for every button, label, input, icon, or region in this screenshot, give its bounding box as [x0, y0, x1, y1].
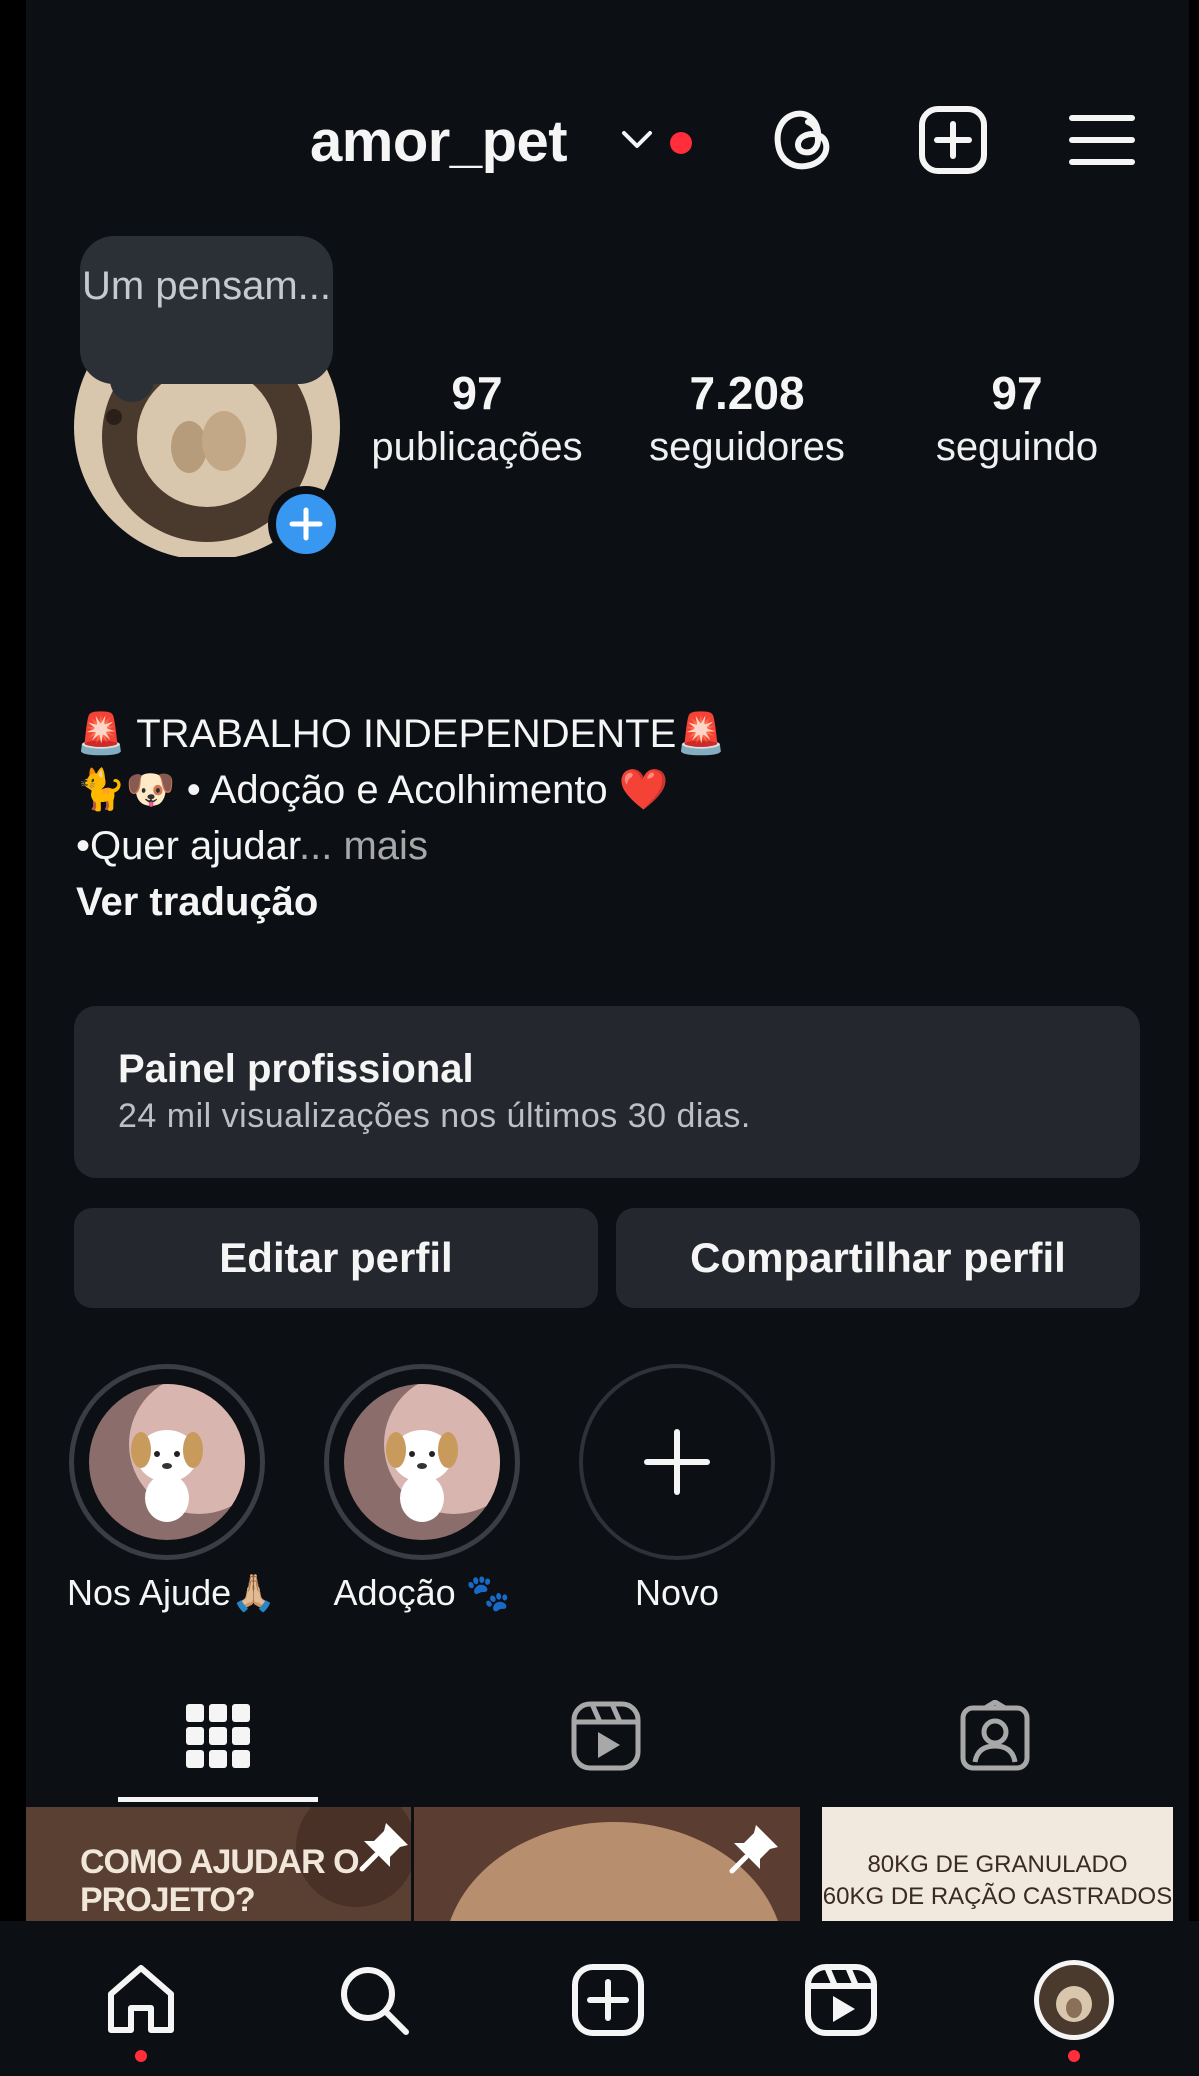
plus-icon: [289, 507, 323, 541]
stat-followers-label: seguidores: [649, 425, 845, 469]
profile-notification-dot: [1068, 2050, 1080, 2062]
plus-icon: [644, 1429, 710, 1495]
stat-following-value: 97: [991, 367, 1043, 419]
stat-following[interactable]: 97 seguindo: [892, 366, 1142, 474]
stat-posts-value: 97: [451, 367, 503, 419]
bio-line-2: 🐈🐶 • Adoção e Acolhimento ❤️: [76, 768, 669, 812]
chevron-down-icon[interactable]: [620, 128, 654, 152]
stat-followers-value: 7.208: [689, 367, 805, 419]
plus-square-icon[interactable]: [917, 104, 989, 176]
notification-dot: [670, 132, 692, 154]
threads-icon[interactable]: [768, 104, 840, 176]
search-icon[interactable]: [336, 1962, 412, 2038]
highlight-label: Novo: [634, 1572, 720, 1613]
stat-following-label: seguindo: [935, 425, 1099, 469]
bio: 🚨 TRABALHO INDEPENDENTE🚨 🐈🐶 • Adoção e A…: [76, 706, 1076, 930]
stat-posts-label: publicações: [371, 425, 583, 469]
tagged-icon[interactable]: [959, 1700, 1031, 1772]
pin-icon: [359, 1823, 408, 1872]
grid-icon[interactable]: [182, 1700, 254, 1772]
highlight-ring: [324, 1364, 520, 1560]
share-profile-button[interactable]: Compartilhar perfil: [616, 1208, 1140, 1308]
bio-line-3: •Quer ajudar: [76, 824, 300, 868]
highlight-ring: [69, 1364, 265, 1560]
post-thumbnail[interactable]: [414, 1807, 800, 1921]
highlight-nos-ajude[interactable]: Nos Ajude🙏🏼: [67, 1364, 276, 1614]
home-icon[interactable]: [103, 1962, 179, 2038]
puppy-image: [129, 1384, 245, 1522]
post-text-line: 80KG DE GRANULADO: [867, 1851, 1128, 1878]
panel-subtitle: 24 mil visualizações nos últimos 30 dias…: [118, 1097, 751, 1135]
highlight-cover: [344, 1384, 500, 1540]
highlight-label: Adoção 🐾: [333, 1572, 511, 1613]
post-text: COMO AJUDAR O PROJETO?: [80, 1843, 360, 1919]
active-tab-indicator: [118, 1797, 318, 1802]
note-bubble[interactable]: Um pensam...: [80, 236, 333, 384]
panel-title: Painel profissional: [118, 1047, 474, 1091]
home-notification-dot: [135, 2050, 147, 2062]
translate-link[interactable]: Ver tradução: [76, 874, 1076, 930]
reels-icon[interactable]: [570, 1700, 642, 1772]
highlight-new[interactable]: Novo: [577, 1364, 777, 1614]
stat-followers[interactable]: 7.208 seguidores: [622, 366, 872, 474]
bio-line-1: 🚨 TRABALHO INDEPENDENTE🚨: [76, 712, 727, 756]
highlight-adocao[interactable]: Adoção 🐾: [322, 1364, 522, 1614]
professional-dashboard[interactable]: Painel profissional 24 mil visualizações…: [74, 1006, 1140, 1178]
post-text-line: 60KG DE RAÇÃO CASTRADOS: [822, 1883, 1173, 1910]
post-thumbnail[interactable]: COMO AJUDAR O PROJETO?: [26, 1807, 411, 1921]
post-text: 80KG DE GRANULADO 60KG DE RAÇÃO CASTRADO…: [822, 1849, 1173, 1913]
pin-icon: [729, 1825, 778, 1874]
stat-posts[interactable]: 97 publicações: [352, 366, 602, 474]
add-story-button[interactable]: [268, 486, 344, 562]
username-switcher[interactable]: amor_pet: [310, 108, 568, 175]
puppy-image: [384, 1384, 500, 1522]
reels-icon[interactable]: [803, 1962, 879, 2038]
post-thumbnail[interactable]: 80KG DE GRANULADO 60KG DE RAÇÃO CASTRADO…: [822, 1807, 1173, 1921]
highlight-ring: [579, 1364, 775, 1560]
profile-avatar[interactable]: [1032, 1958, 1116, 2042]
bio-more-link[interactable]: ... mais: [299, 824, 428, 868]
menu-icon[interactable]: [1066, 104, 1138, 176]
highlight-label: Nos Ajude🙏🏼: [67, 1572, 276, 1613]
create-icon[interactable]: [570, 1962, 646, 2038]
edit-profile-button[interactable]: Editar perfil: [74, 1208, 598, 1308]
highlight-cover: [89, 1384, 245, 1540]
